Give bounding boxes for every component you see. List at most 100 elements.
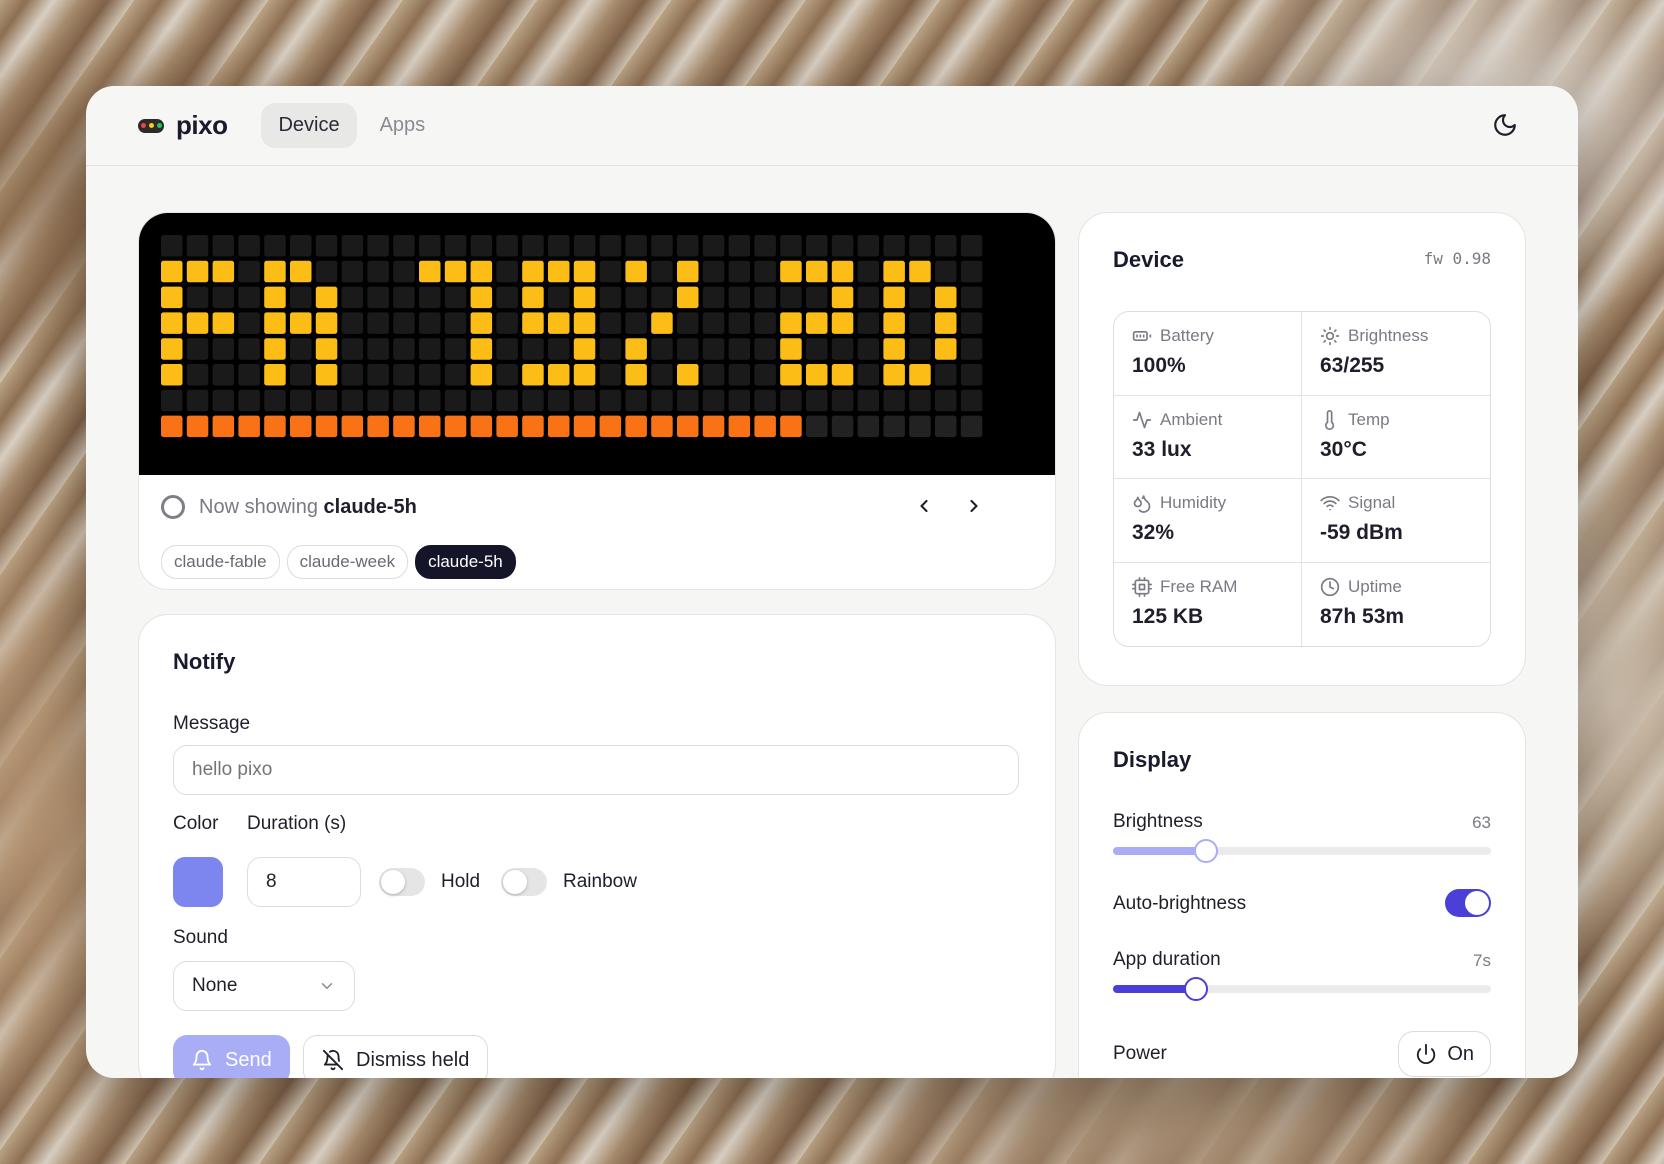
led-pixel xyxy=(393,235,415,257)
sound-select[interactable]: None xyxy=(173,961,355,1011)
led-pixel xyxy=(238,415,260,438)
stat-value: 87h 53m xyxy=(1320,604,1405,628)
led-pixel xyxy=(522,312,544,334)
auto-brightness-toggle[interactable] xyxy=(1445,889,1491,917)
previous-app-button[interactable] xyxy=(909,491,939,521)
led-pixel xyxy=(728,260,751,283)
color-swatch[interactable] xyxy=(173,857,223,907)
stat-label: Signal xyxy=(1348,493,1396,512)
led-pixel xyxy=(599,389,622,412)
tab-apps[interactable]: Apps xyxy=(363,103,443,148)
led-pixel xyxy=(367,415,389,438)
clock-icon xyxy=(1320,577,1340,596)
led-pixel xyxy=(367,286,389,309)
led-pixel xyxy=(857,338,880,360)
led-pixel xyxy=(419,235,441,257)
led-pixel xyxy=(625,364,647,386)
logo[interactable]: pixo xyxy=(138,110,228,141)
stat-label: Brightness xyxy=(1348,326,1429,345)
logo-icon xyxy=(138,118,164,133)
brightness-value: 63 xyxy=(1472,813,1491,832)
hold-toggle[interactable] xyxy=(379,868,425,896)
message-input[interactable] xyxy=(173,745,1019,795)
stat-value: 33 lux xyxy=(1132,437,1192,461)
next-app-button[interactable] xyxy=(959,491,989,521)
led-pixel xyxy=(651,389,673,412)
led-pixel xyxy=(290,415,312,438)
led-pixel xyxy=(831,235,854,257)
bell-icon xyxy=(192,1050,212,1071)
led-pixel xyxy=(728,389,751,412)
led-pixel xyxy=(651,364,673,386)
duration-label: Duration (s) xyxy=(247,813,347,834)
led-pixel xyxy=(702,235,725,257)
app-name: pixo xyxy=(176,110,228,140)
led-pixel xyxy=(599,312,622,334)
tab-device[interactable]: Device xyxy=(261,103,357,148)
stat-label: Ambient xyxy=(1160,409,1223,429)
led-pixel xyxy=(367,364,389,386)
led-pixel xyxy=(212,235,235,257)
led-pixel xyxy=(780,235,802,257)
led-pixel xyxy=(909,235,931,257)
led-pixel xyxy=(599,364,622,386)
led-pixel xyxy=(522,415,544,438)
power-icon xyxy=(1417,1043,1436,1064)
led-pixel xyxy=(909,260,931,283)
led-pixel xyxy=(315,338,338,360)
power-button[interactable]: On xyxy=(1398,1031,1491,1077)
led-pixel xyxy=(341,389,364,412)
led-pixel xyxy=(702,338,725,360)
led-pixel xyxy=(806,312,828,334)
stat-free-ram: Free RAM 125 KB xyxy=(1114,562,1302,646)
dismiss-held-button[interactable]: Dismiss held xyxy=(303,1035,489,1078)
led-pixel xyxy=(754,286,776,309)
led-pixel xyxy=(238,338,260,360)
led-pixel xyxy=(677,312,699,334)
chevron-right-icon xyxy=(970,499,978,513)
led-pixel xyxy=(960,364,983,386)
moon-icon[interactable] xyxy=(1492,112,1518,138)
led-pixel xyxy=(238,312,260,334)
cpu-icon xyxy=(1132,576,1152,597)
led-pixel xyxy=(496,338,518,360)
led-pixel xyxy=(831,286,854,309)
led-pixel xyxy=(470,312,493,334)
sun-icon xyxy=(1320,326,1340,346)
led-pixel xyxy=(161,338,183,360)
led-pixel xyxy=(883,364,905,386)
led-pixel xyxy=(935,235,957,257)
rainbow-toggle[interactable] xyxy=(501,868,547,896)
led-pixel xyxy=(754,389,776,412)
chip-claude-week[interactable]: claude-week xyxy=(286,545,409,579)
led-pixel xyxy=(290,235,312,257)
led-pixel xyxy=(806,260,828,283)
led-pixel xyxy=(444,389,467,412)
led-pixel xyxy=(883,235,905,257)
led-pixel xyxy=(831,338,854,360)
send-button[interactable]: Send xyxy=(173,1035,290,1078)
led-pixel xyxy=(909,286,931,309)
led-pixel xyxy=(702,286,725,309)
app-window: pixo Device Apps Now showing claude-5h c… xyxy=(86,86,1578,1078)
send-label: Send xyxy=(225,1048,272,1071)
led-pixel xyxy=(186,389,209,412)
led-pixel xyxy=(857,260,880,283)
chip-claude-5h[interactable]: claude-5h xyxy=(415,545,516,579)
led-pixel xyxy=(264,260,286,283)
loading-ring-icon xyxy=(161,495,185,519)
brightness-slider-thumb[interactable] xyxy=(1194,839,1219,863)
duration-input[interactable]: 8 xyxy=(247,857,361,907)
led-pixel xyxy=(238,389,260,412)
led-pixel xyxy=(548,415,570,438)
app-duration-slider-thumb[interactable] xyxy=(1184,977,1209,1001)
app-duration-slider[interactable] xyxy=(1113,977,1491,1001)
brightness-slider[interactable] xyxy=(1113,839,1491,863)
led-pixel xyxy=(315,312,338,334)
led-pixel xyxy=(161,415,183,438)
led-pixel xyxy=(573,312,596,334)
chip-claude-fable[interactable]: claude-fable xyxy=(161,545,280,579)
stat-label: Humidity xyxy=(1160,493,1227,512)
led-pixel xyxy=(496,235,518,257)
led-pixel xyxy=(522,235,544,257)
